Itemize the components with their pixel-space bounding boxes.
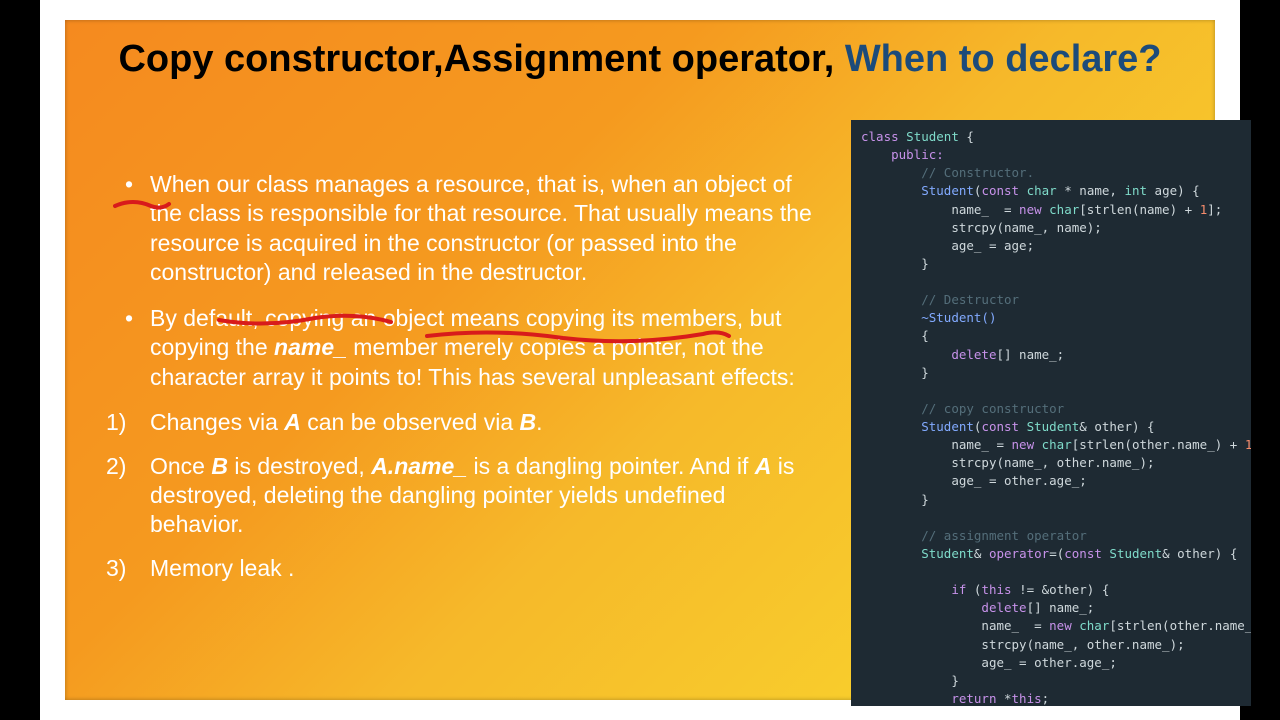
bullet-2-em: name_	[274, 334, 347, 360]
c: strcpy(name_, other.name_);	[951, 455, 1154, 470]
c: strcpy(name_, other.name_);	[981, 637, 1184, 652]
n2-m2: is a dangling pointer. And if	[467, 453, 755, 479]
c: =(	[1049, 546, 1064, 561]
c: delete	[951, 347, 996, 362]
c: }	[921, 256, 929, 271]
c: {	[959, 129, 974, 144]
n2-m1: is destroyed,	[228, 453, 371, 479]
c: (	[966, 582, 981, 597]
c: != &other) {	[1012, 582, 1110, 597]
n2-pre: Once	[150, 453, 211, 479]
c: Student	[921, 546, 974, 561]
c: & other) {	[1079, 419, 1154, 434]
bullet-2: By default, copying an object means copy…	[120, 304, 820, 392]
c: }	[921, 365, 929, 380]
slide: Copy constructor,Assignment operator, Wh…	[65, 20, 1215, 700]
c: this	[1012, 691, 1042, 706]
c: [strlen(name) +	[1079, 202, 1199, 217]
c: Student	[1102, 546, 1162, 561]
slide-title: Copy constructor,Assignment operator, Wh…	[65, 38, 1215, 82]
c: *	[996, 691, 1011, 706]
bullet-list: When our class manages a resource, that …	[120, 170, 820, 392]
c: if	[951, 582, 966, 597]
c: class	[861, 129, 899, 144]
title-black: Copy constructor,Assignment operator,	[118, 38, 844, 80]
title-blue: When to declare?	[845, 38, 1162, 80]
num-item-3: Memory leak .	[120, 554, 820, 583]
n1-a: A	[284, 409, 301, 435]
num-item-2: Once B is destroyed, A.name_ is a dangli…	[120, 452, 820, 540]
c: // assignment operator	[921, 528, 1087, 543]
c: int	[1124, 183, 1147, 198]
c: new	[1012, 437, 1035, 452]
c: new	[1019, 202, 1042, 217]
c: // Constructor.	[921, 165, 1034, 180]
c: 1	[1245, 437, 1251, 452]
num-item-1: Changes via A can be observed via B.	[120, 408, 820, 437]
c: const	[981, 183, 1019, 198]
c: char	[1042, 202, 1080, 217]
n2-a: A	[755, 453, 772, 479]
c: return	[951, 691, 996, 706]
c: [] name_;	[996, 347, 1064, 362]
c: [strlen(other.name_) +	[1072, 437, 1245, 452]
c: }	[921, 492, 929, 507]
c: this	[981, 582, 1011, 597]
n1-post: .	[536, 409, 542, 435]
c: ~Student()	[921, 310, 996, 325]
n1-pre: Changes via	[150, 409, 284, 435]
n2-b: B	[211, 453, 228, 479]
c: name_ =	[951, 437, 1011, 452]
c: const	[981, 419, 1019, 434]
c: new	[1049, 618, 1072, 633]
c: Student	[899, 129, 959, 144]
c: ;	[1042, 691, 1050, 706]
c: &	[974, 546, 989, 561]
c: {	[921, 328, 929, 343]
n1-b: B	[520, 409, 537, 435]
c: age_ = other.age_;	[951, 473, 1086, 488]
c: char	[1019, 183, 1057, 198]
c: char	[1034, 437, 1072, 452]
code-panel: class Student { public: // Constructor. …	[851, 120, 1251, 706]
c: * name,	[1057, 183, 1125, 198]
c: Student	[921, 183, 974, 198]
c: public:	[891, 147, 944, 162]
numbered-list: Changes via A can be observed via B. Onc…	[120, 408, 820, 583]
c: operator	[989, 546, 1049, 561]
c: // Destructor	[921, 292, 1019, 307]
c: Student	[921, 419, 974, 434]
page: Copy constructor,Assignment operator, Wh…	[40, 0, 1240, 720]
c: char	[1072, 618, 1110, 633]
c: ];	[1207, 202, 1222, 217]
c: age_ = age;	[951, 238, 1034, 253]
c: name_ =	[981, 618, 1049, 633]
c: strcpy(name_, name);	[951, 220, 1102, 235]
c: const	[1064, 546, 1102, 561]
c: Student	[1019, 419, 1079, 434]
n1-mid: can be observed via	[301, 409, 520, 435]
bullet-1: When our class manages a resource, that …	[120, 170, 820, 288]
c: [] name_;	[1027, 600, 1095, 615]
c: & other) {	[1162, 546, 1237, 561]
c: }	[951, 673, 959, 688]
c: delete	[981, 600, 1026, 615]
c: // copy constructor	[921, 401, 1064, 416]
c: name_ =	[951, 202, 1019, 217]
c: age) {	[1147, 183, 1200, 198]
c: age_ = other.age_;	[981, 655, 1116, 670]
slide-body: When our class manages a resource, that …	[120, 170, 820, 597]
n2-name: A.name_	[371, 453, 467, 479]
c: [strlen(other.name_) +	[1109, 618, 1251, 633]
